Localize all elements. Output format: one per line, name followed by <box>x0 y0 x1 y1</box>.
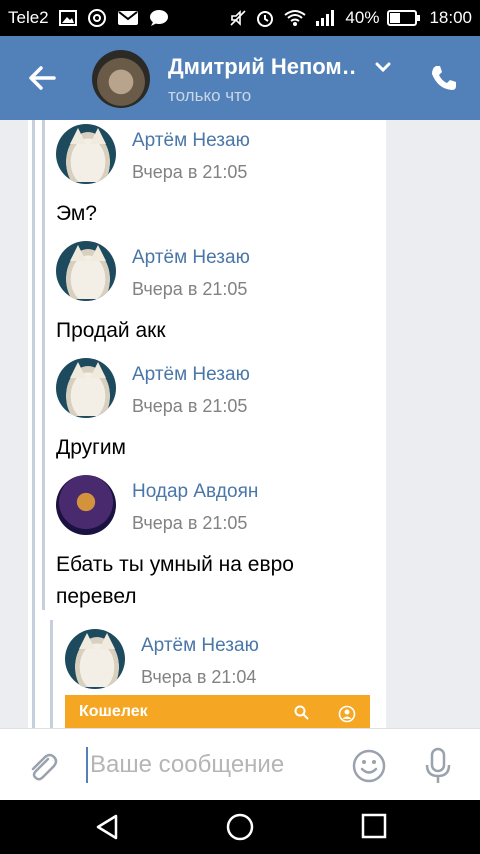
system-nav-bar <box>0 800 480 854</box>
avatar[interactable] <box>56 475 116 535</box>
chat-bubble-icon <box>149 9 169 27</box>
alarm-icon <box>255 8 275 28</box>
message-text: Другим <box>56 436 126 459</box>
forward-rail <box>32 120 35 728</box>
phone-icon[interactable] <box>428 62 460 94</box>
battery-percent: 40% <box>345 8 380 27</box>
message-input[interactable]: Ваше сообщение <box>86 747 336 783</box>
back-arrow-icon[interactable] <box>24 60 60 96</box>
avatar[interactable] <box>56 124 116 184</box>
avatar[interactable] <box>56 358 116 418</box>
avatar[interactable] <box>56 241 116 301</box>
chevron-down-icon[interactable] <box>374 58 392 76</box>
message-time: Вчера в 21:05 <box>132 279 248 299</box>
message-author[interactable]: Артём Незаю <box>132 247 250 269</box>
clock: 18:00 <box>429 8 472 27</box>
forward-rail <box>42 120 45 610</box>
conversation-avatar[interactable] <box>92 50 150 108</box>
emoji-icon[interactable] <box>352 749 386 783</box>
search-icon <box>294 705 310 728</box>
message-text: Эм? <box>56 202 97 225</box>
message-text: Продай акк <box>56 319 166 342</box>
microphone-icon[interactable] <box>424 747 452 785</box>
forward-rail <box>50 620 53 728</box>
conversation-title[interactable]: Дмитрий Непом… <box>168 54 358 80</box>
wallet-title: Кошелек <box>79 703 148 720</box>
chat-header: Дмитрий Непом… только что <box>0 36 480 120</box>
paperclip-icon[interactable] <box>26 749 58 783</box>
battery-icon <box>387 9 421 27</box>
conversation-status: только что <box>168 86 252 105</box>
message-feed[interactable]: Артём Незаю Вчера в 21:05 Эм? Артём Неза… <box>0 120 480 728</box>
message-author[interactable]: Артём Незаю <box>141 635 259 657</box>
profile-icon <box>338 705 356 728</box>
avatar[interactable] <box>65 629 125 689</box>
message-author[interactable]: Нодар Авдоян <box>132 481 258 503</box>
wifi-icon <box>283 9 307 27</box>
message-time: Вчера в 21:04 <box>141 667 257 687</box>
message-time: Вчера в 21:05 <box>132 162 248 182</box>
message-author[interactable]: Артём Незаю <box>132 130 250 152</box>
message-text: перевел <box>56 585 137 608</box>
message-text: Ебать ты умный на евро <box>56 553 294 576</box>
status-bar: Tele2 40% 18:00 <box>0 0 480 36</box>
image-icon <box>58 9 77 27</box>
nav-recents-icon[interactable] <box>360 812 388 840</box>
message-time: Вчера в 21:05 <box>132 513 248 533</box>
wallet-screenshot-preview[interactable]: Кошелек <box>65 695 370 728</box>
message-author[interactable]: Артём Незаю <box>132 364 250 386</box>
nav-back-icon[interactable] <box>92 812 122 842</box>
carrier-label: Tele2 <box>8 8 49 27</box>
message-time: Вчера в 21:05 <box>132 396 248 416</box>
message-composer: Ваше сообщение <box>0 728 480 800</box>
signal-icon <box>315 9 337 27</box>
mail-icon <box>117 9 139 27</box>
nav-home-icon[interactable] <box>225 812 255 842</box>
at-sign-icon <box>87 8 107 28</box>
mute-icon <box>229 9 247 27</box>
